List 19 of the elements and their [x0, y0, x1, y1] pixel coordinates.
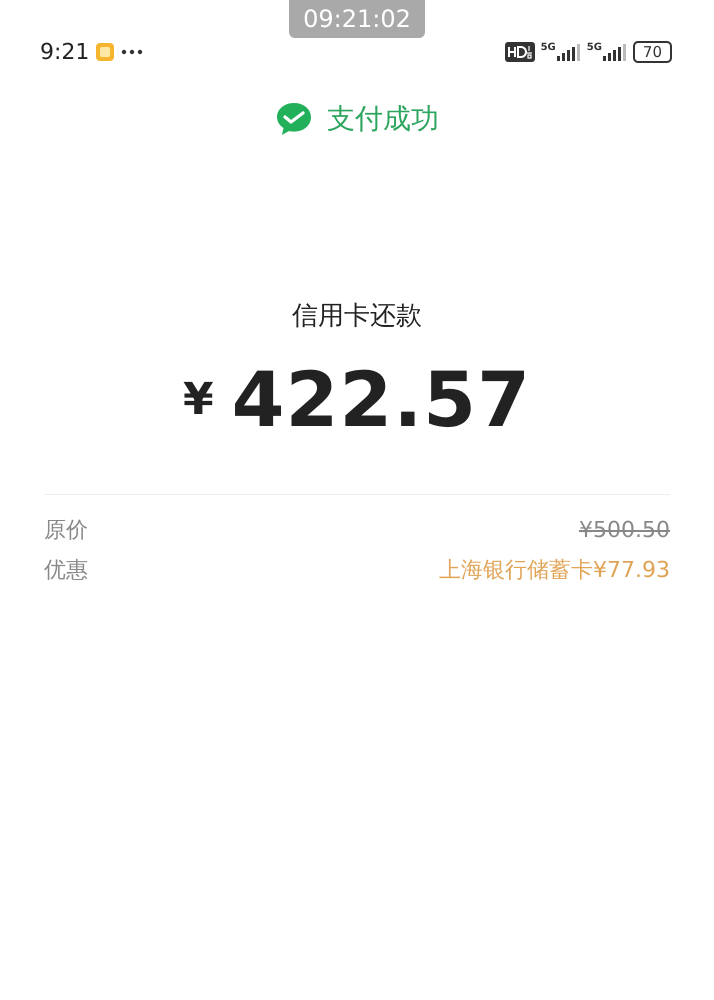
detail-value: 上海银行储蓄卡¥77.93: [439, 557, 670, 585]
chat-check-icon: [275, 101, 313, 137]
recording-timer: 09:21:02: [289, 0, 425, 38]
signal-icon: [602, 43, 627, 61]
payment-title: 信用卡还款: [291, 300, 423, 333]
signal-icon: [556, 43, 581, 61]
detail-label: 优惠: [44, 557, 88, 585]
detail-value: ¥500.50: [579, 518, 670, 542]
hd-icon: [504, 42, 535, 62]
more-dots-icon: [121, 49, 144, 55]
status-time: 9:21: [40, 40, 90, 64]
network-type: 5G: [586, 43, 602, 53]
network-type: 5G: [540, 43, 556, 53]
currency-symbol: ¥: [183, 374, 214, 425]
detail-label: 原价: [44, 517, 88, 545]
battery-indicator: 70: [632, 41, 672, 63]
payment-amount: 422.57: [232, 355, 531, 444]
app-notification-icon: [95, 42, 116, 62]
payment-status: 支付成功: [327, 101, 439, 137]
